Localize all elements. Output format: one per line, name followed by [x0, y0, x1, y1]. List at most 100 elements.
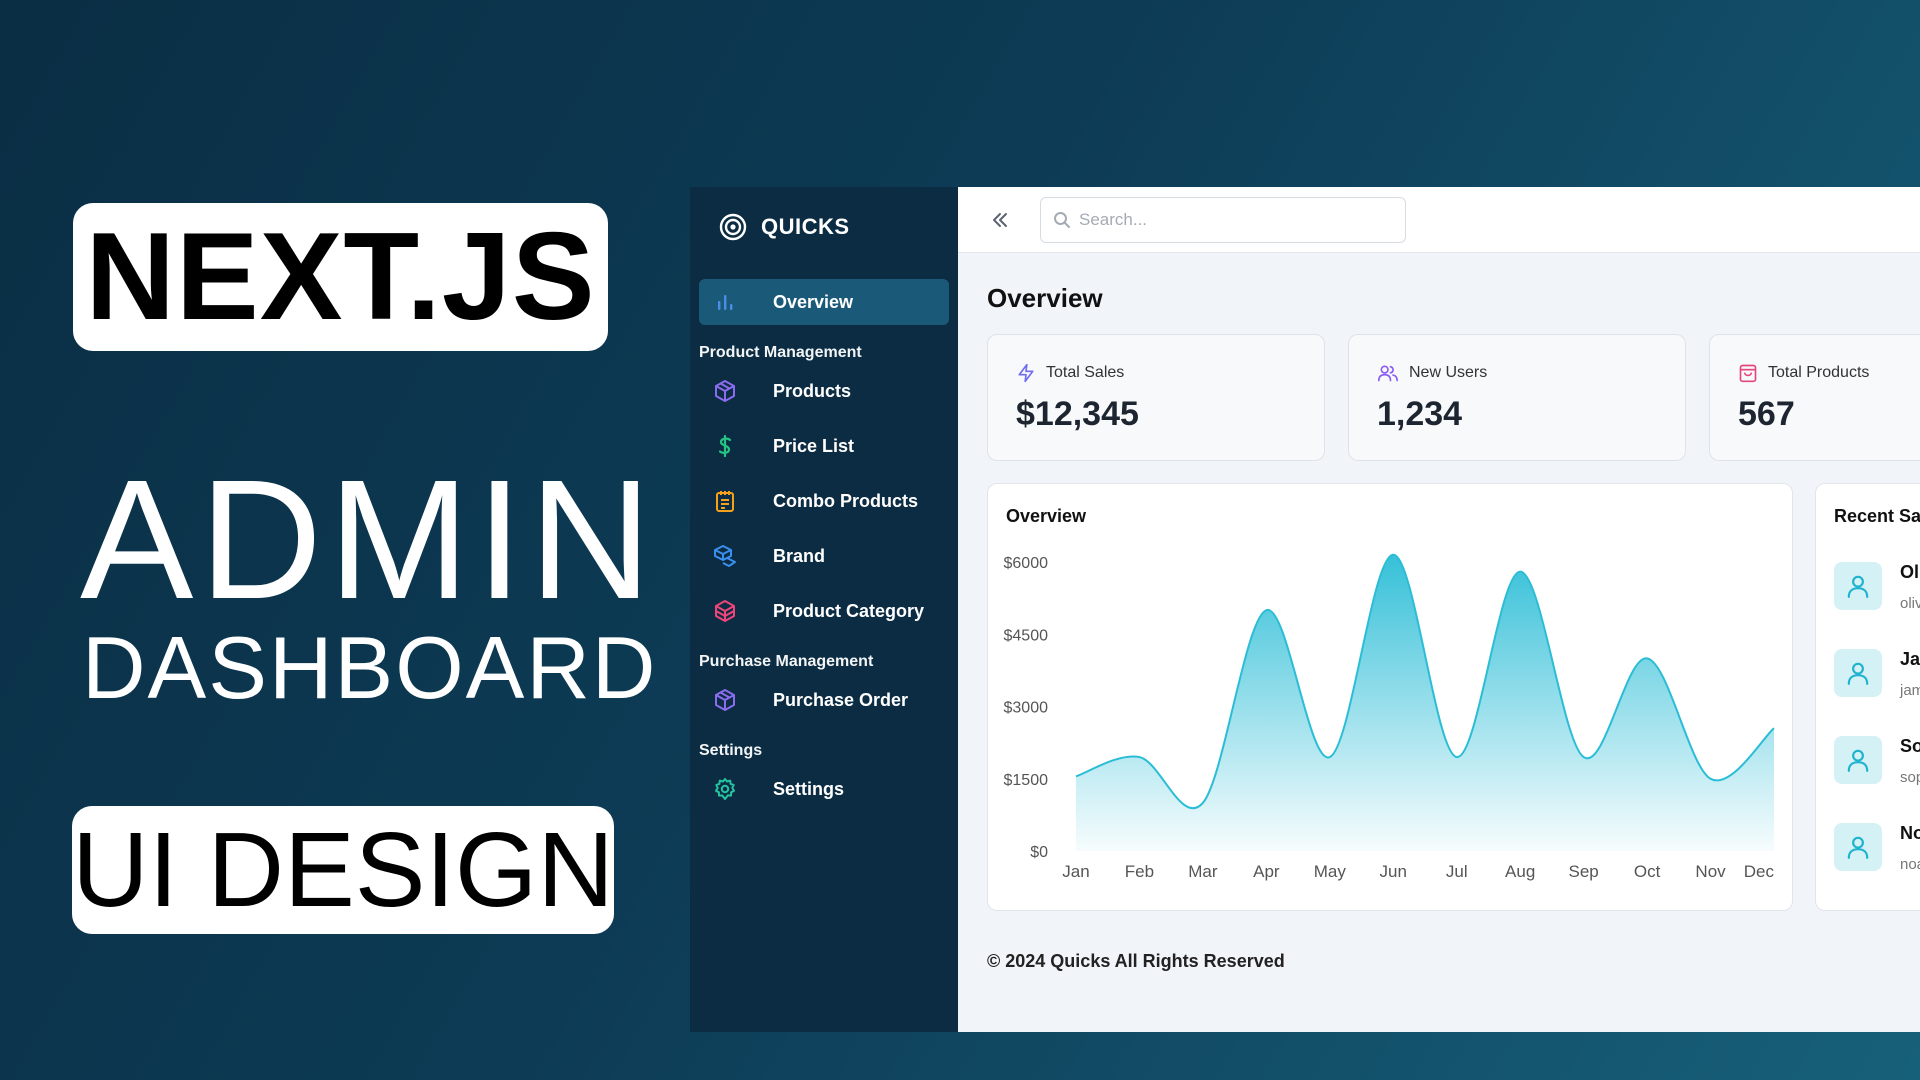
x-tick-label: Mar — [1188, 862, 1218, 881]
y-tick-label: $6000 — [1004, 555, 1049, 572]
sidebar-item-label: Price List — [773, 435, 855, 456]
recent-sale-row[interactable]: Jan jam — [1834, 649, 1920, 699]
chart-point-sep — [1581, 754, 1587, 760]
sidebar-item-label: Combo Products — [773, 490, 919, 511]
main-content: Overview Total Sales $12,345 New Users 1… — [958, 187, 1920, 1032]
stat-value: 1,234 — [1377, 395, 1463, 433]
x-tick-label: May — [1314, 862, 1347, 881]
sale-customer-name: Sop — [1900, 736, 1920, 756]
box-icon — [713, 379, 737, 403]
user-avatar-icon — [1834, 736, 1882, 784]
sale-customer-email: sop — [1900, 769, 1920, 786]
recent-sale-row[interactable]: No noa — [1834, 823, 1920, 873]
chart-point-jan — [1073, 773, 1079, 779]
sidebar-item-purchase-order[interactable]: Purchase Order — [699, 677, 949, 723]
chart-point-nov — [1708, 776, 1714, 782]
stat-label: New Users — [1409, 364, 1488, 381]
section-title-product-management: Product Management — [699, 344, 862, 361]
stat-label: Total Products — [1768, 364, 1870, 381]
stat-card-total-sales: Total Sales $12,345 — [987, 334, 1325, 461]
sidebar-item-label: Overview — [773, 291, 854, 312]
promo-dashboard-text: DASHBOARD — [82, 618, 658, 717]
clipboard-icon — [713, 489, 737, 513]
stat-label: Total Sales — [1046, 364, 1125, 381]
dollar-icon — [713, 434, 737, 458]
chart-point-aug — [1517, 569, 1523, 575]
brand[interactable]: QUICKS — [699, 187, 949, 267]
chart-area-fill — [1076, 554, 1774, 851]
y-tick-label: $0 — [1030, 844, 1048, 861]
sidebar-item-product-category[interactable]: Product Category — [699, 588, 949, 634]
user-avatar-icon — [1834, 823, 1882, 871]
brand-name: QUICKS — [761, 214, 850, 239]
stat-card-total-products: Total Products 567 — [1709, 334, 1920, 461]
collapse-sidebar-button[interactable] — [988, 208, 1012, 232]
sidebar-item-price-list[interactable]: Price List — [699, 423, 949, 469]
sale-customer-email: noa — [1900, 856, 1920, 873]
stat-value: $12,345 — [1016, 395, 1139, 433]
x-tick-label: Feb — [1125, 862, 1154, 881]
sidebar-item-products[interactable]: Products — [699, 368, 949, 414]
sidebar-item-label: Brand — [773, 545, 826, 566]
chart-point-jul — [1454, 754, 1460, 760]
stat-value: 567 — [1738, 395, 1795, 433]
x-tick-label: Aug — [1505, 862, 1535, 881]
y-tick-label: $1500 — [1004, 772, 1049, 789]
package-icon — [713, 599, 737, 623]
boxes-icon — [713, 544, 737, 568]
user-avatar-icon — [1834, 562, 1882, 610]
stat-card-new-users: New Users 1,234 — [1348, 334, 1686, 461]
nextjs-text: NEXT.JS — [85, 208, 596, 346]
y-tick-label: $4500 — [1004, 627, 1049, 644]
sale-customer-name: No — [1900, 823, 1920, 843]
sidebar-item-label: Product Category — [773, 600, 925, 621]
recent-sales-card: Recent Sale Oli oliv Jan jam Sop sop No noa — [1815, 483, 1920, 911]
user-avatar-icon — [1834, 649, 1882, 697]
app-window: QUICKS Overview Product Management Produ… — [690, 187, 1920, 1032]
lightning-icon — [1018, 363, 1034, 383]
sale-customer-email: jam — [1900, 682, 1920, 699]
section-title-settings: Settings — [699, 742, 763, 759]
box-icon — [713, 688, 737, 712]
target-logo-icon — [719, 213, 747, 241]
recent-sales-title: Recent Sale — [1834, 506, 1920, 526]
sidebar-item-combo-products[interactable]: Combo Products — [699, 478, 949, 524]
sidebar-item-settings[interactable]: Settings — [699, 766, 949, 812]
search-icon — [1054, 211, 1070, 228]
chevrons-left-icon — [993, 212, 1007, 227]
search-input[interactable] — [1079, 209, 1379, 230]
gear-icon — [713, 777, 737, 801]
promo-admin-text: ADMIN — [80, 445, 658, 635]
sale-customer-name: Oli — [1900, 562, 1920, 582]
x-tick-label: Jan — [1062, 862, 1089, 881]
ui-design-badge: UI DESIGN — [72, 806, 614, 934]
recent-sale-row[interactable]: Oli oliv — [1834, 562, 1920, 612]
sidebar-item-brand[interactable]: Brand — [699, 533, 949, 579]
x-tick-label: Jun — [1380, 862, 1407, 881]
chart-point-feb — [1136, 754, 1142, 760]
search-box[interactable] — [1040, 196, 1406, 243]
x-tick-label: Dec — [1744, 862, 1775, 881]
bar-chart-icon — [713, 290, 737, 314]
sale-customer-name: Jan — [1900, 649, 1920, 669]
chart-point-oct — [1644, 655, 1650, 661]
shopping-bag-icon — [1739, 364, 1757, 383]
users-icon — [1378, 365, 1398, 382]
chart-point-mar — [1200, 800, 1206, 806]
chart-point-apr — [1263, 607, 1269, 613]
x-tick-label: Sep — [1569, 862, 1599, 881]
overview-chart-card: Overview $0 $1500 $3000 $4500 $6000 Jan Feb Mar… — [987, 483, 1793, 911]
sidebar-item-label: Settings — [773, 778, 845, 799]
recent-sale-row[interactable]: Sop sop — [1834, 736, 1920, 786]
sidebar-item-label: Products — [773, 380, 852, 401]
footer-copyright: © 2024 Quicks All Rights Reserved — [987, 951, 1285, 971]
sidebar-item-label: Purchase Order — [773, 689, 909, 710]
overview-area-chart: $0 $1500 $3000 $4500 $6000 Jan Feb Mar Apr May Jun… — [1004, 552, 1775, 881]
sidebar-item-overview[interactable]: Overview — [699, 279, 949, 325]
chart-point-jun — [1390, 552, 1396, 558]
x-tick-label: Nov — [1695, 862, 1726, 881]
ui-design-text: UI DESIGN — [72, 810, 614, 929]
sidebar: QUICKS Overview Product Management Produ… — [690, 187, 958, 1032]
x-tick-label: Apr — [1253, 862, 1280, 881]
y-tick-label: $3000 — [1004, 700, 1049, 717]
